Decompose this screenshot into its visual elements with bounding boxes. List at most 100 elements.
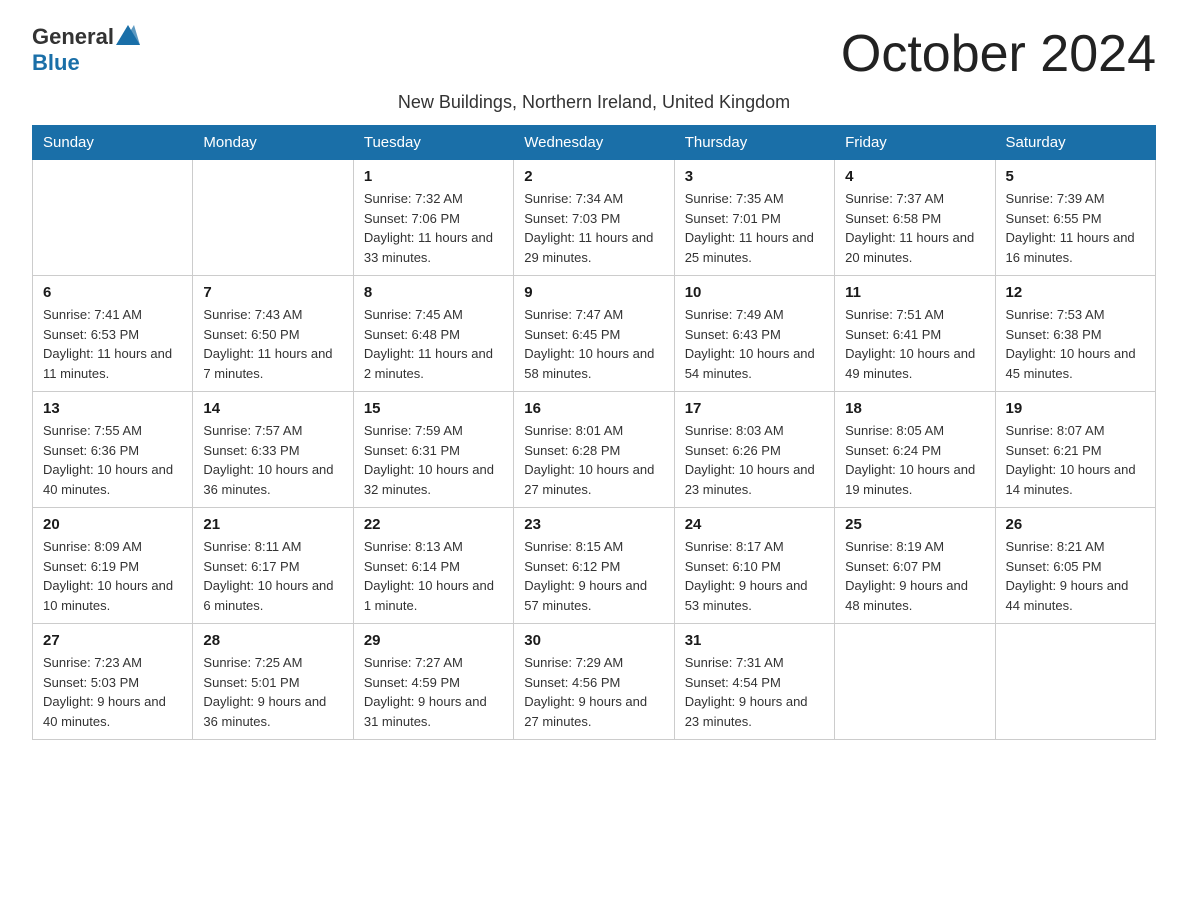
day-number: 7 — [203, 284, 342, 301]
day-number: 24 — [685, 516, 824, 533]
day-info: Sunrise: 7:23 AMSunset: 5:03 PMDaylight:… — [43, 653, 182, 731]
day-info: Sunrise: 8:13 AMSunset: 6:14 PMDaylight:… — [364, 537, 503, 615]
day-number: 26 — [1006, 516, 1145, 533]
calendar-week-row: 20 Sunrise: 8:09 AMSunset: 6:19 PMDayligh… — [33, 508, 1156, 624]
day-info: Sunrise: 7:37 AMSunset: 6:58 PMDaylight:… — [845, 189, 984, 267]
calendar-cell — [193, 160, 353, 276]
logo-icon — [116, 25, 140, 45]
calendar-cell: 20 Sunrise: 8:09 AMSunset: 6:19 PMDayligh… — [33, 508, 193, 624]
logo-blue-text: Blue — [32, 50, 80, 75]
day-number: 3 — [685, 168, 824, 185]
day-number: 27 — [43, 632, 182, 649]
day-number: 15 — [364, 400, 503, 417]
calendar-cell: 7Sunrise: 7:43 AMSunset: 6:50 PMDaylight… — [193, 276, 353, 392]
weekday-header-friday: Friday — [835, 126, 995, 160]
location-subtitle: New Buildings, Northern Ireland, United … — [32, 92, 1156, 113]
day-info: Sunrise: 7:31 AMSunset: 4:54 PMDaylight:… — [685, 653, 824, 731]
logo-general-text: General — [32, 24, 114, 50]
calendar-cell: 11Sunrise: 7:51 AMSunset: 6:41 PMDayligh… — [835, 276, 995, 392]
day-number: 22 — [364, 516, 503, 533]
calendar-cell: 27 Sunrise: 7:23 AMSunset: 5:03 PMDayligh… — [33, 624, 193, 740]
day-number: 21 — [203, 516, 342, 533]
day-info: Sunrise: 7:34 AMSunset: 7:03 PMDaylight:… — [524, 189, 663, 267]
calendar-cell: 10 Sunrise: 7:49 AMSunset: 6:43 PMDayligh… — [674, 276, 834, 392]
logo: General Blue — [32, 24, 142, 76]
day-info: Sunrise: 7:39 AMSunset: 6:55 PMDaylight:… — [1006, 189, 1145, 267]
month-title: October 2024 — [841, 24, 1156, 84]
weekday-header-monday: Monday — [193, 126, 353, 160]
day-info: Sunrise: 7:27 AMSunset: 4:59 PMDaylight:… — [364, 653, 503, 731]
calendar-cell: 14Sunrise: 7:57 AMSunset: 6:33 PMDayligh… — [193, 392, 353, 508]
calendar-cell: 24Sunrise: 8:17 AMSunset: 6:10 PMDayligh… — [674, 508, 834, 624]
calendar-cell: 17 Sunrise: 8:03 AMSunset: 6:26 PMDayligh… — [674, 392, 834, 508]
calendar-cell: 19 Sunrise: 8:07 AMSunset: 6:21 PMDayligh… — [995, 392, 1155, 508]
day-number: 16 — [524, 400, 663, 417]
calendar-cell: 29 Sunrise: 7:27 AMSunset: 4:59 PMDayligh… — [353, 624, 513, 740]
day-info: Sunrise: 8:15 AMSunset: 6:12 PMDaylight:… — [524, 537, 663, 615]
day-info: Sunrise: 8:03 AMSunset: 6:26 PMDaylight:… — [685, 421, 824, 499]
page-header: General Blue October 2024 — [32, 24, 1156, 84]
calendar-cell: 3 Sunrise: 7:35 AMSunset: 7:01 PMDaylight… — [674, 160, 834, 276]
day-number: 18 — [845, 400, 984, 417]
weekday-header-saturday: Saturday — [995, 126, 1155, 160]
day-number: 10 — [685, 284, 824, 301]
calendar-week-row: 1 Sunrise: 7:32 AMSunset: 7:06 PMDaylight… — [33, 160, 1156, 276]
day-info: Sunrise: 8:01 AMSunset: 6:28 PMDaylight:… — [524, 421, 663, 499]
day-info: Sunrise: 7:49 AMSunset: 6:43 PMDaylight:… — [685, 305, 824, 383]
day-number: 4 — [845, 168, 984, 185]
day-info: Sunrise: 7:45 AMSunset: 6:48 PMDaylight:… — [364, 305, 503, 383]
calendar-cell: 31Sunrise: 7:31 AMSunset: 4:54 PMDayligh… — [674, 624, 834, 740]
day-number: 13 — [43, 400, 182, 417]
day-number: 6 — [43, 284, 182, 301]
calendar-cell: 1 Sunrise: 7:32 AMSunset: 7:06 PMDaylight… — [353, 160, 513, 276]
day-info: Sunrise: 7:41 AMSunset: 6:53 PMDaylight:… — [43, 305, 182, 383]
calendar-cell: 16 Sunrise: 8:01 AMSunset: 6:28 PMDayligh… — [514, 392, 674, 508]
calendar-cell — [33, 160, 193, 276]
calendar-cell: 12 Sunrise: 7:53 AMSunset: 6:38 PMDayligh… — [995, 276, 1155, 392]
day-number: 8 — [364, 284, 503, 301]
day-number: 25 — [845, 516, 984, 533]
calendar-cell: 4 Sunrise: 7:37 AMSunset: 6:58 PMDaylight… — [835, 160, 995, 276]
calendar-header-row: SundayMondayTuesdayWednesdayThursdayFrid… — [33, 126, 1156, 160]
weekday-header-sunday: Sunday — [33, 126, 193, 160]
day-number: 9 — [524, 284, 663, 301]
day-number: 30 — [524, 632, 663, 649]
calendar-cell: 13Sunrise: 7:55 AMSunset: 6:36 PMDayligh… — [33, 392, 193, 508]
day-info: Sunrise: 8:05 AMSunset: 6:24 PMDaylight:… — [845, 421, 984, 499]
calendar-cell: 25 Sunrise: 8:19 AMSunset: 6:07 PMDayligh… — [835, 508, 995, 624]
day-info: Sunrise: 8:07 AMSunset: 6:21 PMDaylight:… — [1006, 421, 1145, 499]
day-number: 1 — [364, 168, 503, 185]
calendar-cell: 8 Sunrise: 7:45 AMSunset: 6:48 PMDaylight… — [353, 276, 513, 392]
day-number: 29 — [364, 632, 503, 649]
day-info: Sunrise: 7:35 AMSunset: 7:01 PMDaylight:… — [685, 189, 824, 267]
calendar-cell: 5Sunrise: 7:39 AMSunset: 6:55 PMDaylight… — [995, 160, 1155, 276]
day-info: Sunrise: 8:19 AMSunset: 6:07 PMDaylight:… — [845, 537, 984, 615]
day-number: 23 — [524, 516, 663, 533]
weekday-header-tuesday: Tuesday — [353, 126, 513, 160]
calendar-cell: 23 Sunrise: 8:15 AMSunset: 6:12 PMDayligh… — [514, 508, 674, 624]
day-number: 2 — [524, 168, 663, 185]
day-info: Sunrise: 7:51 AMSunset: 6:41 PMDaylight:… — [845, 305, 984, 383]
day-info: Sunrise: 8:09 AMSunset: 6:19 PMDaylight:… — [43, 537, 182, 615]
day-info: Sunrise: 7:53 AMSunset: 6:38 PMDaylight:… — [1006, 305, 1145, 383]
calendar-cell: 2 Sunrise: 7:34 AMSunset: 7:03 PMDaylight… — [514, 160, 674, 276]
day-number: 12 — [1006, 284, 1145, 301]
day-info: Sunrise: 7:32 AMSunset: 7:06 PMDaylight:… — [364, 189, 503, 267]
calendar-cell — [835, 624, 995, 740]
day-number: 28 — [203, 632, 342, 649]
day-info: Sunrise: 7:59 AMSunset: 6:31 PMDaylight:… — [364, 421, 503, 499]
day-info: Sunrise: 7:47 AMSunset: 6:45 PMDaylight:… — [524, 305, 663, 383]
calendar-cell: 18 Sunrise: 8:05 AMSunset: 6:24 PMDayligh… — [835, 392, 995, 508]
calendar-table: SundayMondayTuesdayWednesdayThursdayFrid… — [32, 125, 1156, 740]
calendar-week-row: 27 Sunrise: 7:23 AMSunset: 5:03 PMDayligh… — [33, 624, 1156, 740]
day-number: 19 — [1006, 400, 1145, 417]
day-number: 20 — [43, 516, 182, 533]
day-number: 17 — [685, 400, 824, 417]
calendar-cell: 30Sunrise: 7:29 AMSunset: 4:56 PMDayligh… — [514, 624, 674, 740]
calendar-cell: 26Sunrise: 8:21 AMSunset: 6:05 PMDayligh… — [995, 508, 1155, 624]
day-info: Sunrise: 8:11 AMSunset: 6:17 PMDaylight:… — [203, 537, 342, 615]
calendar-cell: 6 Sunrise: 7:41 AMSunset: 6:53 PMDaylight… — [33, 276, 193, 392]
calendar-cell: 9 Sunrise: 7:47 AMSunset: 6:45 PMDaylight… — [514, 276, 674, 392]
day-info: Sunrise: 7:25 AMSunset: 5:01 PMDaylight:… — [203, 653, 342, 731]
calendar-cell: 22 Sunrise: 8:13 AMSunset: 6:14 PMDayligh… — [353, 508, 513, 624]
